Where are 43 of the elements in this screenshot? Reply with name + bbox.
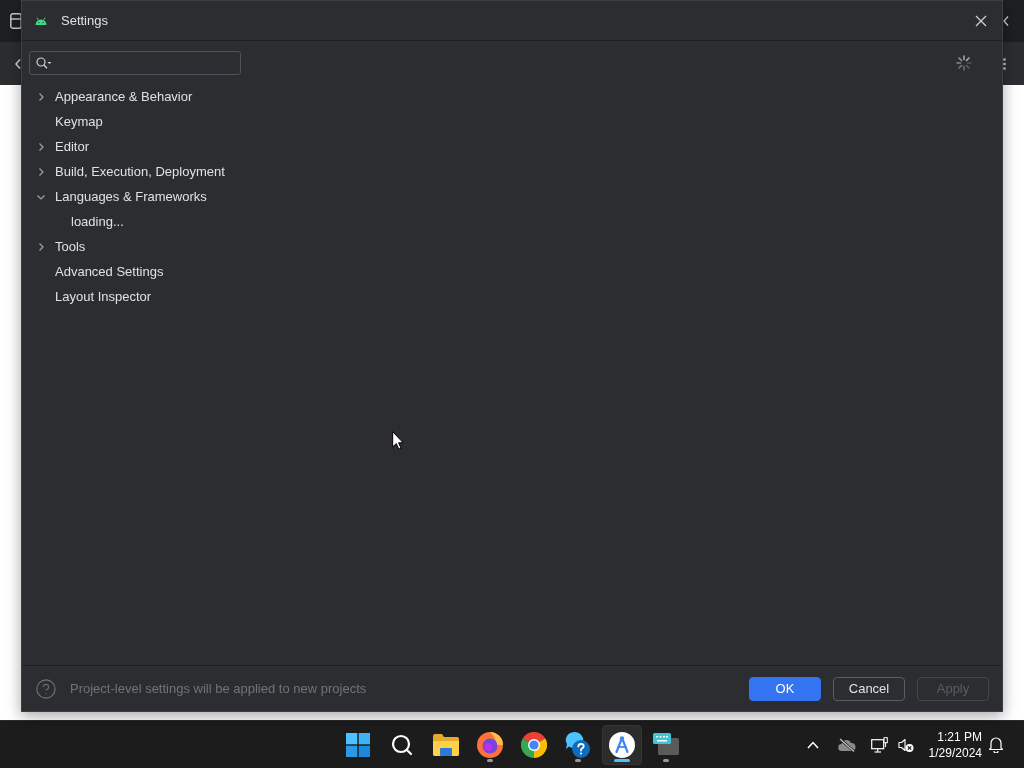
help-chat-icon [565,731,591,758]
mouse-cursor-icon [392,431,404,450]
android-logo-icon [35,16,47,25]
chevron-left-icon[interactable] [15,58,21,69]
tree-item[interactable]: Layout Inspector [22,284,158,309]
browser-icon [521,731,547,758]
clock-time[interactable]: 1:21 PM [937,728,982,745]
help-icon[interactable] [35,677,57,700]
search-icon [36,57,52,69]
chevron-icon[interactable] [37,92,45,101]
clock-date[interactable]: 1/29/2024 [928,744,982,761]
tree-item[interactable]: Advanced Settings [22,259,170,284]
compass-app-icon [609,731,635,758]
window-icon[interactable] [10,13,22,29]
taskbar-app-button[interactable] [602,724,642,765]
chevron-up-icon[interactable] [806,740,819,749]
cloud-off-icon[interactable] [837,737,856,752]
keyboard-window-icon [653,732,679,757]
browser-icon [477,731,503,758]
tree-item[interactable]: Languages & Frameworks [22,184,213,209]
dialog-button[interactable]: OK [749,676,821,701]
tree-item[interactable]: Editor [22,134,95,159]
search-field[interactable] [29,51,241,75]
hint-text: Project-level settings will be applied to new projects [70,681,368,696]
tree-item[interactable]: Build, Execution, Deployment [22,159,231,184]
more-vertical-icon[interactable] [1003,57,1006,70]
chevron-icon[interactable] [37,242,45,251]
search-icon [390,732,414,757]
tree-item[interactable]: Keymap [22,109,109,134]
folder-icon [433,733,459,756]
window-title: Settings [61,13,109,28]
chevron-icon[interactable] [37,167,45,176]
notification-bell-icon[interactable] [988,736,1004,753]
tree-item[interactable]: loading... [22,209,130,234]
tree-item[interactable]: Tools [22,234,92,259]
tree-item[interactable]: Appearance & Behavior [22,84,199,109]
volume-muted-icon[interactable] [897,736,914,753]
chevron-icon[interactable] [37,192,45,201]
network-icon[interactable] [870,736,888,753]
chevron-left-icon[interactable] [1003,16,1009,26]
dialog-button[interactable]: Cancel [833,676,905,701]
start-icon [346,732,370,757]
chevron-icon[interactable] [37,142,45,151]
